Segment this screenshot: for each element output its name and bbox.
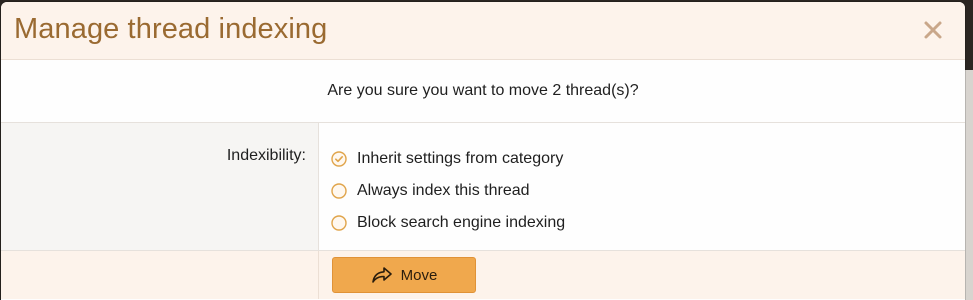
- indexibility-label-cell: Indexibility:: [1, 123, 319, 250]
- close-icon: [924, 21, 942, 39]
- radio-block-indexing-label: Block search engine indexing: [357, 214, 566, 231]
- confirm-message-row: Are you sure you want to move 2 thread(s…: [1, 60, 965, 123]
- radio-always-index-label: Always index this thread: [357, 182, 530, 199]
- share-forward-icon: [371, 266, 393, 284]
- manage-thread-indexing-dialog: Manage thread indexing Are you sure you …: [1, 2, 965, 300]
- move-button-label: Move: [400, 266, 438, 284]
- move-button[interactable]: Move: [332, 257, 476, 293]
- radio-inherit-settings-label: Inherit settings from category: [357, 150, 564, 167]
- radio-inherit-settings[interactable]: Inherit settings from category: [331, 143, 965, 175]
- dialog-title: Manage thread indexing: [14, 13, 328, 45]
- close-button[interactable]: [919, 16, 947, 44]
- confirm-message: Are you sure you want to move 2 thread(s…: [327, 82, 639, 99]
- indexibility-form-row: Indexibility: Inherit settings from cate…: [1, 123, 965, 251]
- dialog-footer: Move: [1, 251, 965, 299]
- radio-block-indexing[interactable]: Block search engine indexing: [331, 207, 965, 239]
- indexibility-label: Indexibility:: [226, 147, 306, 164]
- radio-unchecked-icon: [331, 183, 347, 199]
- dialog-header: Manage thread indexing: [1, 2, 965, 60]
- background-page-edge: [965, 70, 973, 300]
- footer-actions: Move: [319, 251, 965, 299]
- radio-checked-icon: [331, 151, 347, 167]
- indexibility-options: Inherit settings from category Always in…: [319, 123, 965, 250]
- radio-unchecked-icon: [331, 215, 347, 231]
- radio-always-index[interactable]: Always index this thread: [331, 175, 965, 207]
- footer-spacer: [1, 251, 319, 299]
